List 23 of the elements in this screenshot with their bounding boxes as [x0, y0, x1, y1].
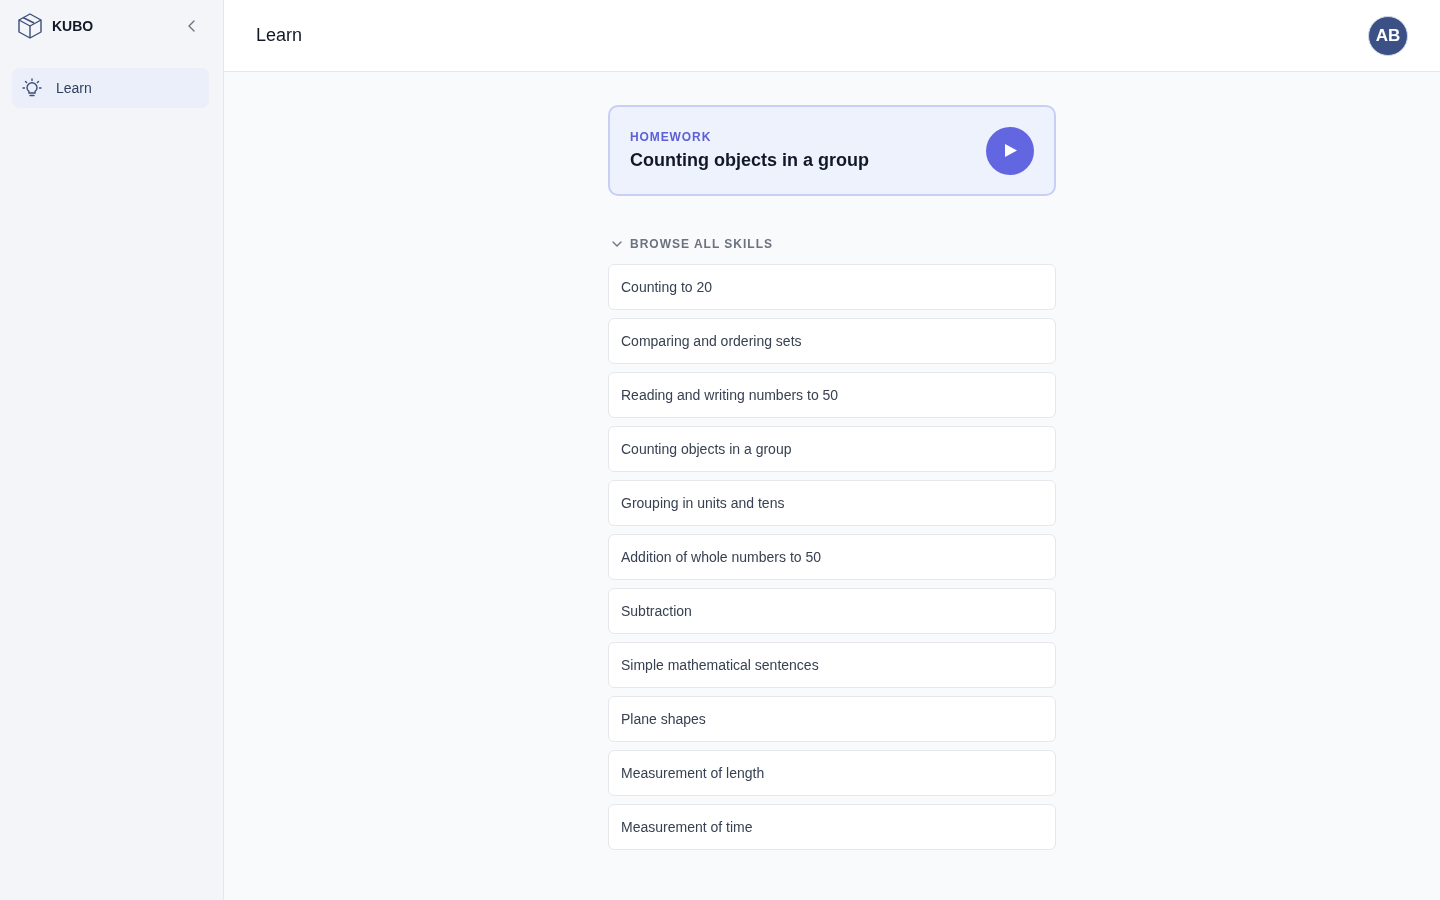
nav-item[interactable]: Learn: [12, 68, 209, 108]
cube-icon: [16, 12, 44, 40]
browse-skills-toggle[interactable]: BROWSE ALL SKILLS: [608, 236, 773, 252]
play-icon: [1005, 144, 1017, 157]
homework-title: Counting objects in a group: [630, 150, 870, 171]
skill-item[interactable]: Comparing and ordering sets: [608, 318, 1056, 364]
skill-item[interactable]: Measurement of length: [608, 750, 1056, 796]
skill-item[interactable]: Plane shapes: [608, 696, 1056, 742]
skill-item[interactable]: Grouping in units and tens: [608, 480, 1056, 526]
skill-item[interactable]: Addition of whole numbers to 50: [608, 534, 1056, 580]
page-title: Learn: [256, 25, 304, 46]
skill-item[interactable]: Subtraction: [608, 588, 1056, 634]
lightbulb-icon: [22, 78, 42, 98]
chevron-down-icon: [612, 239, 622, 249]
homework-label: HOMEWORK: [630, 130, 713, 144]
skill-item[interactable]: Simple mathematical sentences: [608, 642, 1056, 688]
skill-item[interactable]: Measurement of time: [608, 804, 1056, 850]
skill-item[interactable]: Counting objects in a group: [608, 426, 1056, 472]
avatar[interactable]: AB: [1368, 15, 1408, 56]
brand-name: KUBO: [52, 18, 95, 34]
skill-item[interactable]: Counting to 20: [608, 264, 1056, 310]
skill-item[interactable]: Reading and writing numbers to 50: [608, 372, 1056, 418]
play-button[interactable]: [986, 126, 1034, 175]
